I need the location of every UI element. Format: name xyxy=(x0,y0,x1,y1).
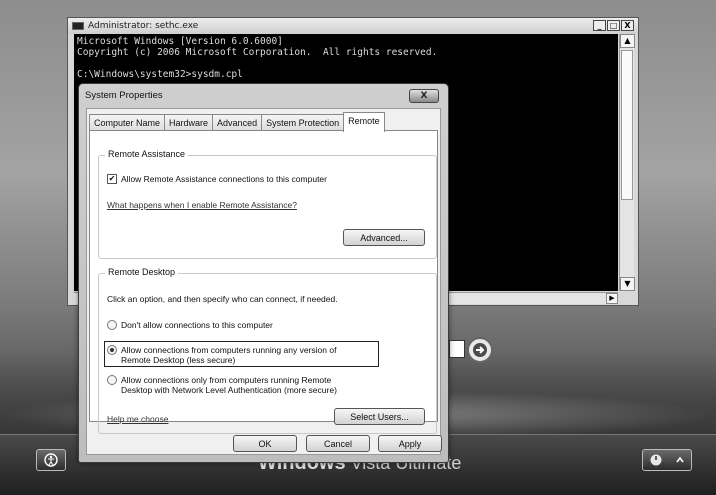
ease-of-access-icon xyxy=(44,453,58,467)
power-icon xyxy=(650,454,662,466)
radio-allow-nla-label[interactable]: Allow connections only from computers ru… xyxy=(121,375,337,395)
remote-desktop-group: Remote Desktop Click an option, and then… xyxy=(98,267,437,434)
radio-allow-nla[interactable]: Allow connections only from computers ru… xyxy=(107,375,337,395)
dialog-body: Computer Name Hardware Advanced System P… xyxy=(86,108,442,455)
dialog-close-button[interactable]: X xyxy=(409,89,439,103)
radio-allow-nla-label-line2: Desktop with Network Level Authenticatio… xyxy=(121,385,337,395)
allow-remote-assistance-label[interactable]: Allow Remote Assistance connections to t… xyxy=(121,174,327,184)
arrow-right-icon xyxy=(473,343,487,357)
scroll-right-arrow-icon[interactable]: ▶ xyxy=(606,293,618,304)
radio-allow-any-label[interactable]: Allow connections from computers running… xyxy=(121,345,336,365)
ok-button[interactable]: OK xyxy=(233,435,297,452)
remote-assistance-heading: Remote Assistance xyxy=(105,149,189,159)
allow-remote-assistance-row[interactable]: ✔ Allow Remote Assistance connections to… xyxy=(107,174,327,184)
remote-desktop-intro: Click an option, and then specify who ca… xyxy=(107,294,338,304)
power-options-button[interactable] xyxy=(642,449,692,471)
password-field[interactable] xyxy=(449,340,465,358)
remote-desktop-heading: Remote Desktop xyxy=(105,267,179,277)
radio-dont-allow-label[interactable]: Don't allow connections to this computer xyxy=(121,320,273,330)
tab-advanced[interactable]: Advanced xyxy=(212,114,263,131)
remote-assistance-help-link[interactable]: What happens when I enable Remote Assist… xyxy=(107,200,297,210)
chevron-up-icon xyxy=(676,456,684,463)
close-button[interactable]: X xyxy=(621,20,634,31)
tab-computer-name[interactable]: Computer Name xyxy=(89,114,166,131)
console-line: C:\Windows\system32>sysdm.cpl xyxy=(77,69,243,80)
radio-button[interactable] xyxy=(107,320,117,330)
maximize-button[interactable]: □ xyxy=(607,20,620,31)
dialog-title: System Properties xyxy=(85,90,163,101)
console-line: Copyright (c) 2006 Microsoft Corporation… xyxy=(77,47,438,58)
allow-remote-assistance-checkbox[interactable]: ✔ xyxy=(107,174,117,184)
apply-button[interactable]: Apply xyxy=(378,435,442,452)
cancel-button[interactable]: Cancel xyxy=(306,435,370,452)
tab-remote[interactable]: Remote xyxy=(343,112,385,132)
remote-assistance-group: Remote Assistance ✔ Allow Remote Assista… xyxy=(98,149,437,259)
radio-allow-any-version[interactable]: Allow connections from computers running… xyxy=(107,345,336,365)
select-users-button[interactable]: Select Users... xyxy=(334,408,425,425)
cmd-vertical-scrollbar[interactable]: ▲ ▼ xyxy=(619,34,635,291)
scroll-down-arrow-icon[interactable]: ▼ xyxy=(620,277,635,291)
radio-button[interactable] xyxy=(107,375,117,385)
system-properties-dialog[interactable]: System Properties X Computer Name Hardwa… xyxy=(78,83,449,463)
tab-strip: Computer Name Hardware Advanced System P… xyxy=(89,112,385,132)
radio-button-selected[interactable] xyxy=(107,345,117,355)
minimize-button[interactable]: _ xyxy=(593,20,606,31)
help-me-choose-link[interactable]: Help me choose xyxy=(107,414,168,424)
scroll-thumb[interactable] xyxy=(621,50,633,200)
tab-hardware[interactable]: Hardware xyxy=(164,114,214,131)
submit-arrow-button[interactable] xyxy=(467,337,493,363)
tab-system-protection[interactable]: System Protection xyxy=(261,114,345,131)
cmd-title: Administrator: sethc.exe xyxy=(88,21,199,31)
radio-allow-any-label-line1: Allow connections from computers running… xyxy=(121,345,337,355)
cmd-titlebar[interactable]: Administrator: sethc.exe xyxy=(68,18,638,34)
radio-allow-nla-label-line1: Allow connections only from computers ru… xyxy=(121,375,332,385)
console-line: Microsoft Windows [Version 6.0.6000] xyxy=(77,36,283,47)
scroll-up-arrow-icon[interactable]: ▲ xyxy=(620,34,635,48)
radio-dont-allow[interactable]: Don't allow connections to this computer xyxy=(107,320,273,330)
remote-tab-page: Remote Assistance ✔ Allow Remote Assista… xyxy=(89,130,438,434)
console-icon xyxy=(72,22,84,30)
ease-of-access-button[interactable] xyxy=(36,449,66,471)
advanced-button[interactable]: Advanced... xyxy=(343,229,425,246)
radio-allow-any-label-line2: Remote Desktop (less secure) xyxy=(121,355,236,365)
cmd-window-controls: _ □ X xyxy=(593,20,634,31)
